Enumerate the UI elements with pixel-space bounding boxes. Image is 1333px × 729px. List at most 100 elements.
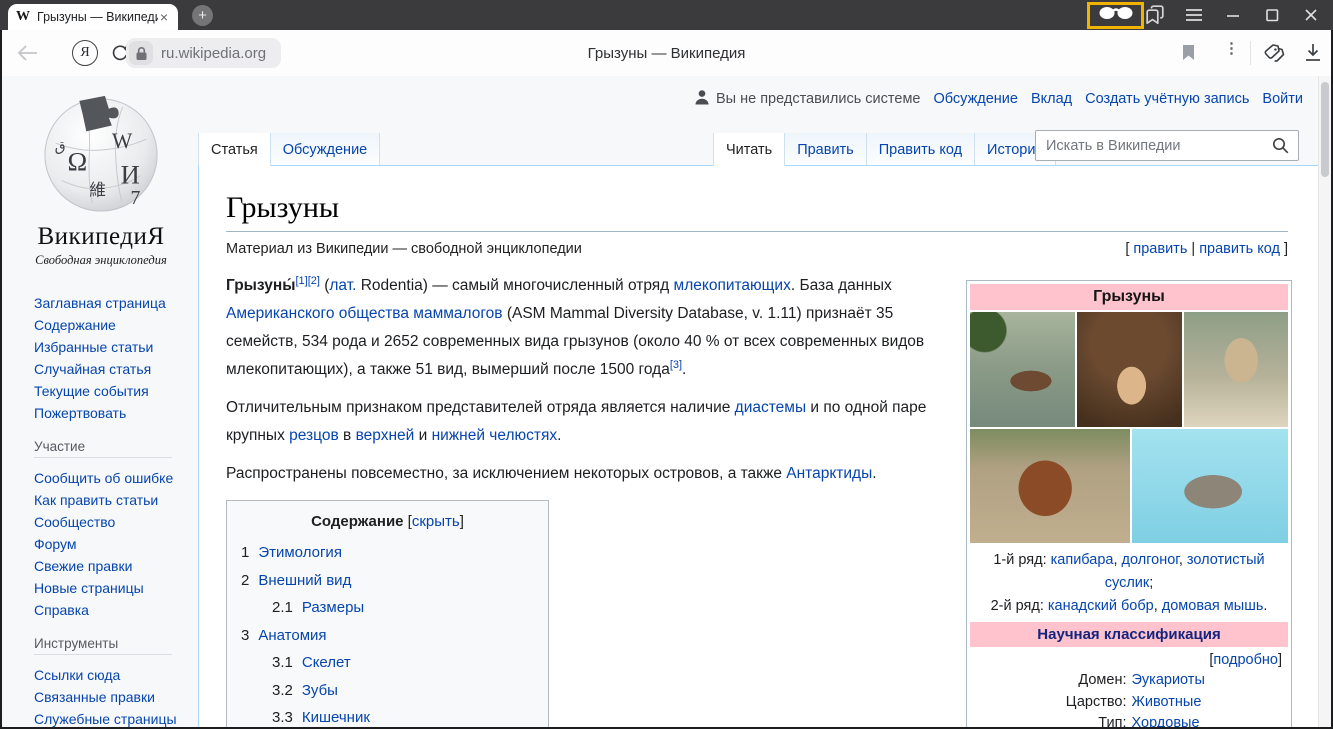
collections-tags-icon[interactable]	[1262, 41, 1288, 70]
url-field[interactable]: ru.wikipedia.org	[126, 38, 281, 68]
namespace-tabs: Статья Обсуждение	[198, 133, 380, 166]
house-mouse-photo[interactable]	[1132, 429, 1288, 543]
springhare-photo[interactable]	[1077, 312, 1182, 427]
search-icon[interactable]	[1272, 137, 1298, 154]
golden-ground-squirrel-photo[interactable]	[1184, 312, 1288, 427]
https-lock-icon[interactable]	[129, 41, 153, 65]
toc-item[interactable]: 1Этимология	[241, 539, 534, 567]
classification-row: Домен:Эукариоты	[970, 670, 1288, 692]
sidebar-item-new-pages[interactable]: Новые страницы	[34, 580, 144, 596]
classification-row: Царство:Животные	[970, 692, 1288, 714]
sidebar-item-report-error[interactable]: Сообщить об ошибке	[34, 470, 173, 486]
download-icon[interactable]	[1302, 42, 1324, 68]
wiki-search-box[interactable]	[1035, 130, 1299, 161]
address-bar-divider	[1250, 41, 1251, 65]
incognito-highlight-box[interactable]	[1087, 2, 1144, 29]
personal-link-create-account[interactable]: Создать учётную запись	[1085, 91, 1249, 107]
paragraph: Отличительным признаком представителей о…	[226, 394, 938, 450]
svg-text:И: И	[121, 160, 140, 190]
taxobox-caption: 1-й ряд: капибара, долгоног, золотистый …	[974, 549, 1284, 618]
window-maximize-button[interactable]	[1259, 3, 1285, 27]
wikipedia-page: Вы не представились системе Обсуждение В…	[2, 76, 1331, 727]
classification-header: Научная классификация	[970, 622, 1288, 647]
back-arrow-icon[interactable]	[16, 44, 38, 67]
sidebar-item-related-changes[interactable]: Связанные правки	[34, 689, 155, 705]
tab-read[interactable]: Читать	[713, 133, 785, 166]
sidebar-item-current-events[interactable]: Текущие события	[34, 383, 149, 399]
sidebar-item-random[interactable]: Случайная статья	[34, 361, 151, 377]
browser-tab-title: Грызуны — Википедия	[37, 10, 158, 24]
new-tab-button[interactable]: +	[192, 5, 213, 26]
page-title: Грызуны	[226, 189, 1288, 232]
sidebar-item-forum[interactable]: Форум	[34, 536, 77, 552]
svg-text:7: 7	[131, 187, 141, 209]
paragraph: Грызуны́[1][2] (лат. Rodentia) — самый м…	[226, 272, 938, 384]
side-panels-icon[interactable]	[1142, 3, 1168, 27]
section-edit-links[interactable]: [ править | править код ]	[1125, 241, 1288, 257]
svg-text:W: W	[112, 129, 133, 153]
personal-link-talk[interactable]: Обсуждение	[933, 91, 1017, 107]
toc-item[interactable]: 3.2Зубы	[241, 677, 534, 705]
url-domain: ru.wikipedia.org	[153, 45, 278, 62]
bookmark-flag-icon[interactable]	[1182, 44, 1195, 66]
personal-link-contributions[interactable]: Вклад	[1031, 91, 1072, 107]
personal-bar: Вы не представились системе Обсуждение В…	[694, 89, 1303, 109]
toc-item[interactable]: 3.1Скелет	[241, 649, 534, 677]
tab-edit[interactable]: Править	[785, 133, 867, 166]
not-logged-in-notice: Вы не представились системе	[694, 89, 921, 109]
wikipedia-globe-icon: Ω W И 維 7 ق	[40, 201, 162, 218]
classification-detail-link[interactable]: [подробно]	[970, 647, 1288, 670]
yandex-services-icon[interactable]: Я	[72, 40, 98, 66]
sidebar-item-featured[interactable]: Избранные статьи	[34, 339, 153, 355]
sidebar-item-main-page[interactable]: Заглавная страница	[34, 295, 166, 311]
tab-talk[interactable]: Обсуждение	[271, 133, 380, 166]
sidebar-item-special-pages[interactable]: Служебные страницы	[34, 711, 177, 727]
svg-text:Ω: Ω	[68, 147, 88, 177]
tab-article[interactable]: Статья	[198, 133, 271, 166]
toc-title[interactable]: Содержание [скрыть]	[241, 513, 534, 530]
toc-item[interactable]: 2.1Размеры	[241, 594, 534, 622]
browser-window: W Грызуны — Википедия × +	[0, 0, 1333, 729]
kebab-menu-icon[interactable]: ⋮	[1224, 46, 1234, 51]
taxobox: Грызуны 1-й ряд: капибара, долгоног, зол…	[966, 280, 1292, 727]
sidebar-item-how-to-edit[interactable]: Как править статьи	[34, 492, 158, 508]
browser-tab[interactable]: W Грызуны — Википедия ×	[8, 4, 178, 30]
site-subtitle: Материал из Википедии — свободной энцикл…	[226, 241, 582, 257]
sidebar-item-help[interactable]: Справка	[34, 602, 89, 618]
toc-item[interactable]: 3.3Кишечник	[241, 704, 534, 727]
toc-item[interactable]: 3Анатомия	[241, 622, 534, 650]
toc-item[interactable]: 2Внешний вид	[241, 567, 534, 595]
page-scrollbar[interactable]	[1318, 76, 1331, 727]
sidebar-tools-list: Ссылки сюда Связанные правки Служебные с…	[34, 664, 200, 727]
personal-link-login[interactable]: Войти	[1262, 91, 1303, 107]
user-icon	[694, 89, 710, 109]
window-minimize-button[interactable]	[1220, 3, 1246, 27]
view-tabs: Читать Править Править код История	[713, 133, 1056, 166]
classification-row: Тип:Хордовые	[970, 713, 1288, 727]
address-bar: Я ru.wikipedia.org Грызуны — Википедия ⋮	[2, 30, 1331, 76]
svg-text:ق: ق	[55, 139, 66, 155]
sidebar-item-community[interactable]: Сообщество	[34, 514, 115, 530]
sidebar-item-what-links-here[interactable]: Ссылки сюда	[34, 667, 120, 683]
tab-close-icon[interactable]: ×	[158, 9, 170, 25]
capybara-photo[interactable]	[970, 312, 1075, 427]
wiki-search-input[interactable]	[1036, 138, 1272, 154]
paragraph: Распространены повсеместно, за исключени…	[226, 460, 938, 488]
menu-hamburger-icon[interactable]	[1181, 3, 1207, 27]
svg-text:維: 維	[89, 180, 106, 199]
tab-edit-source[interactable]: Править код	[867, 133, 975, 166]
window-close-button[interactable]	[1298, 3, 1324, 27]
sidebar: Ω W И 維 7 ق ВикипедиЯ Свободная энциклоп…	[2, 76, 200, 727]
canadian-beaver-photo[interactable]	[970, 429, 1130, 543]
table-of-contents: Содержание [скрыть] 1Этимология 2Внешний…	[226, 500, 549, 727]
sidebar-item-contents[interactable]: Содержание	[34, 317, 116, 333]
sidebar-section-tools: Инструменты	[34, 636, 172, 655]
sidebar-item-recent-changes[interactable]: Свежие правки	[34, 558, 132, 574]
wikipedia-wordmark: ВикипедиЯ	[2, 223, 200, 251]
wikipedia-logo[interactable]: Ω W И 維 7 ق ВикипедиЯ Свободная энциклоп…	[2, 76, 200, 268]
incognito-glasses-icon[interactable]	[1099, 6, 1133, 25]
wikipedia-tagline: Свободная энциклопедия	[2, 253, 200, 268]
scrollbar-thumb[interactable]	[1321, 82, 1329, 177]
sidebar-item-donate[interactable]: Пожертвовать	[34, 405, 126, 421]
article-content: Грызуны Материал из Википедии — свободно…	[198, 166, 1318, 727]
